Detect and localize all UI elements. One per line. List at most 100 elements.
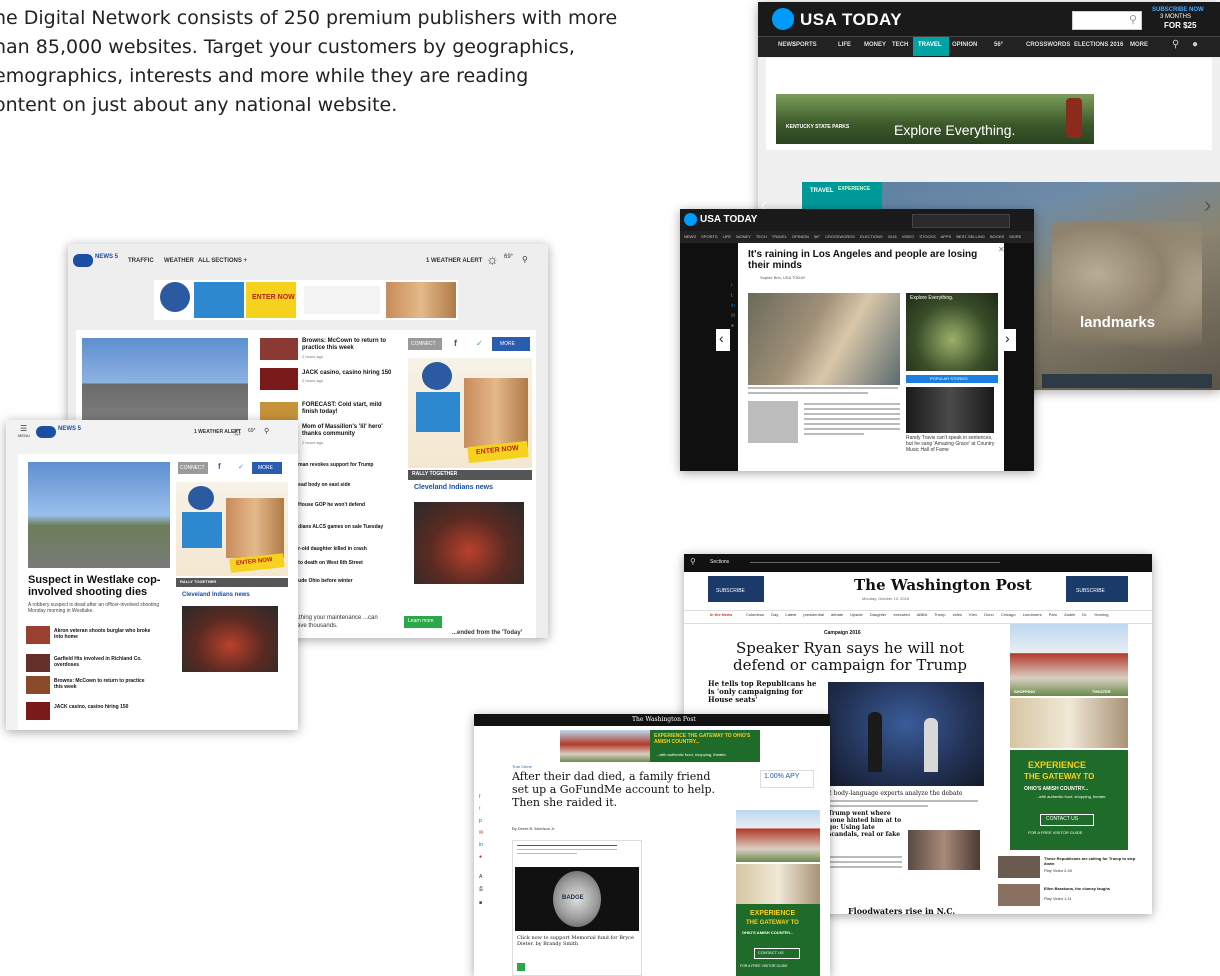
list-item[interactable]: ...to death on West 6th Street bbox=[294, 560, 363, 566]
story-title[interactable]: Browns: McCown to return to practice thi… bbox=[54, 678, 154, 690]
twitter-icon[interactable]: ✓ bbox=[476, 339, 483, 348]
nav-item[interactable]: NEWS bbox=[684, 234, 696, 239]
news5-logo[interactable]: NEWS 5 bbox=[58, 426, 81, 432]
sweepstakes-side-ad[interactable]: ENTER NOW bbox=[408, 358, 532, 468]
nav-item[interactable]: MONEY bbox=[736, 234, 751, 239]
nav-item[interactable]: MORE bbox=[1130, 42, 1148, 48]
twitter-icon[interactable]: t bbox=[731, 293, 732, 299]
cleveland-link[interactable]: Cleveland Indians news bbox=[414, 484, 493, 491]
twitter-icon[interactable]: t bbox=[479, 806, 480, 812]
story-headline[interactable]: 2 body-language experts analyze the deba… bbox=[828, 790, 962, 797]
lead-photo[interactable] bbox=[82, 338, 248, 420]
masthead[interactable]: The Washington Post bbox=[854, 576, 1032, 594]
nav-item[interactable]: CROSSWORDS bbox=[1026, 42, 1070, 48]
share-icon[interactable]: ● bbox=[479, 854, 482, 860]
carousel-next-icon[interactable]: › bbox=[1204, 192, 1211, 218]
story-title[interactable]: JACK casino, casino hiring 150 bbox=[54, 704, 128, 710]
story-thumb[interactable] bbox=[260, 368, 298, 390]
story-thumb[interactable] bbox=[26, 702, 50, 720]
linkedin-icon[interactable]: in bbox=[479, 842, 483, 848]
usatoday-logo[interactable]: USA TODAY bbox=[800, 10, 902, 30]
kentucky-parks-ad[interactable]: KENTUCKY STATE PARKS Explore Everything. bbox=[776, 94, 1094, 144]
story-thumb[interactable] bbox=[26, 654, 50, 672]
list-item[interactable]: ...r-old daughter killed in crash bbox=[294, 546, 367, 552]
sub-headline[interactable]: He tells top Republicans he is 'only cam… bbox=[708, 680, 820, 704]
news5-logo[interactable]: NEWS 5 bbox=[95, 254, 118, 260]
nav-item[interactable]: TECH bbox=[756, 234, 767, 239]
sweepstakes-ad-banner[interactable]: ENTER NOW bbox=[154, 280, 458, 320]
nav-item[interactable]: MONEY bbox=[864, 42, 886, 48]
nav-item[interactable]: APPS bbox=[941, 234, 952, 239]
ad-enter-now[interactable]: ENTER NOW bbox=[252, 294, 295, 301]
article-video[interactable] bbox=[748, 293, 900, 385]
nav-item[interactable]: STOCKS bbox=[919, 234, 935, 239]
nav-weather[interactable]: 56° bbox=[814, 234, 820, 239]
nav-item[interactable]: ABBA bbox=[917, 612, 927, 617]
debate-photo[interactable] bbox=[828, 682, 984, 786]
side-video-thumb[interactable] bbox=[998, 856, 1040, 878]
search-input[interactable] bbox=[912, 214, 1010, 228]
list-item[interactable]: ...House GOP he won't defend bbox=[294, 502, 365, 508]
text-size-icon[interactable]: A bbox=[479, 874, 482, 880]
sections-menu[interactable]: Sections bbox=[710, 559, 729, 565]
nav-item[interactable]: ELECTIONS 2016 bbox=[1074, 42, 1123, 48]
story-title[interactable]: Akron veteran shoots burglar who broke i… bbox=[54, 628, 154, 640]
nav-item[interactable]: SPORTS bbox=[701, 234, 717, 239]
nav-weather[interactable]: 56° bbox=[994, 42, 1003, 48]
comment-icon[interactable]: ● bbox=[731, 323, 734, 329]
story-title[interactable]: Garfield Hts involved in Richland Co. ov… bbox=[54, 656, 154, 668]
list-item[interactable]: ...ude Ohio before winter bbox=[294, 578, 353, 584]
nav-item[interactable]: VIDEO bbox=[902, 234, 914, 239]
cleveland-link[interactable]: Cleveland Indians news bbox=[182, 592, 250, 598]
lead-photo[interactable] bbox=[28, 462, 170, 568]
nav-traffic[interactable]: TRAFFIC bbox=[128, 258, 154, 264]
nav-item[interactable]: ELECTIONS 2016 bbox=[860, 234, 897, 239]
facebook-icon[interactable]: f bbox=[731, 283, 732, 289]
nav-item[interactable]: TECH bbox=[892, 42, 908, 48]
search-icon[interactable]: ⚲ bbox=[1172, 39, 1179, 50]
article-headline[interactable]: After their dad died, a family friend se… bbox=[512, 770, 730, 809]
nav-item[interactable]: Pam Zadek Dr. Horning bbox=[1049, 612, 1109, 617]
news5-logo-icon[interactable] bbox=[73, 254, 93, 267]
nav-item[interactable]: Kiev Dunn bbox=[969, 612, 993, 617]
side-ad-cave[interactable]: Explore Everything. bbox=[906, 293, 998, 371]
ohio-photo-ad[interactable] bbox=[1010, 624, 1128, 696]
menu-icon[interactable]: ☰ bbox=[20, 424, 27, 433]
search-icon[interactable]: ⚲ bbox=[264, 427, 269, 435]
story-photo[interactable] bbox=[908, 830, 980, 870]
nav-item[interactable]: Trump video bbox=[934, 612, 962, 617]
facebook-icon[interactable]: f bbox=[454, 338, 457, 348]
nav-in-the-news[interactable]: In the News bbox=[710, 612, 732, 617]
menu-label[interactable]: MENU bbox=[18, 433, 30, 438]
masthead[interactable]: The Washington Post bbox=[632, 716, 696, 723]
linkedin-icon[interactable]: in bbox=[731, 303, 735, 309]
subscribe-now[interactable]: SUBSCRIBE NOW bbox=[1152, 7, 1204, 13]
nav-item[interactable]: Daughter executed bbox=[870, 612, 910, 617]
story-title[interactable]: Mom of Massillon's 'lil' hero' thanks co… bbox=[302, 424, 398, 438]
story-title[interactable]: JACK casino, casino hiring 150 bbox=[302, 370, 391, 376]
nav-item[interactable]: TRAVEL bbox=[772, 234, 787, 239]
side-video-title[interactable]: Ellen Barakuna, the clumsy laughs bbox=[1044, 886, 1110, 891]
facebook-icon[interactable]: f bbox=[218, 462, 221, 471]
nav-item[interactable]: Columbus Day bbox=[746, 612, 778, 617]
play-video[interactable]: Play Video 1:11 bbox=[1044, 896, 1072, 901]
print-icon[interactable]: ⎙ bbox=[479, 886, 483, 892]
weather-alert[interactable]: 1 WEATHER ALERT bbox=[426, 258, 482, 264]
nav-item[interactable]: MORE bbox=[1009, 234, 1021, 239]
nav-item[interactable]: OPINION bbox=[952, 42, 977, 48]
nav-item[interactable]: OPINION bbox=[792, 234, 809, 239]
story-thumb[interactable] bbox=[260, 338, 298, 360]
twitter-icon[interactable]: ✓ bbox=[238, 463, 244, 471]
cleveland-photo[interactable] bbox=[414, 502, 524, 584]
nav-item[interactable]: BEST-SELLING BOOKS bbox=[956, 234, 1004, 239]
close-icon[interactable]: ✕ bbox=[998, 245, 1005, 254]
nav-item[interactable]: SPORTS bbox=[792, 42, 817, 48]
search-icon[interactable]: ⚲ bbox=[522, 255, 528, 264]
story-title[interactable]: FORECAST: Cold start, mild finish today! bbox=[302, 402, 398, 416]
user-icon[interactable]: ● bbox=[1192, 39, 1198, 50]
nav-item[interactable]: Chicago bbox=[1001, 612, 1016, 617]
nav-all-sections[interactable]: ALL SECTIONS + bbox=[198, 258, 247, 264]
story-thumb[interactable] bbox=[26, 626, 50, 644]
usatoday-logo[interactable]: USA TODAY bbox=[700, 214, 757, 225]
side-video-title[interactable]: These Republicans are calling for Trump … bbox=[1044, 856, 1140, 866]
